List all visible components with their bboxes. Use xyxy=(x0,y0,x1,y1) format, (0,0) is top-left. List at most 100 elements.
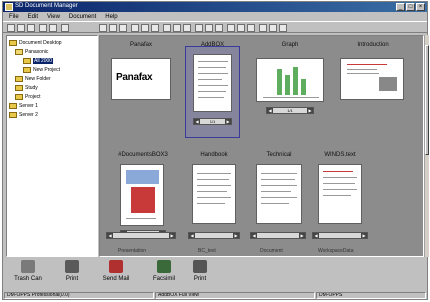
tree-item-panasonic[interactable]: Panasonic xyxy=(15,48,48,56)
menu-edit[interactable]: Edit xyxy=(28,14,38,20)
document-addbox[interactable]: AddBOX ◀ 1/1 ▶ xyxy=(185,42,240,142)
page-navigator[interactable]: ◀ 1/1 ▶ xyxy=(266,107,314,114)
next-page-icon[interactable]: ▶ xyxy=(169,233,175,238)
document-title: Presentation xyxy=(118,248,147,254)
tree-item-server-1[interactable]: Server 1 xyxy=(9,102,38,110)
menu-document[interactable]: Document xyxy=(69,14,96,20)
folder-icon xyxy=(23,58,31,64)
cut-icon[interactable] xyxy=(99,24,107,32)
facsimil-button[interactable]: Facsimil xyxy=(147,260,181,282)
page-navigator[interactable]: ◀ ▶ xyxy=(312,232,368,239)
sort-icon[interactable] xyxy=(173,24,181,32)
action-label: Send Mail xyxy=(102,276,130,282)
action-label: Trash Can xyxy=(14,276,42,282)
document-technical[interactable]: Technical xyxy=(250,152,308,242)
send-mail-button[interactable]: Send Mail xyxy=(99,260,133,282)
document-thumbnail[interactable] xyxy=(192,164,236,224)
merge-icon[interactable] xyxy=(131,24,139,32)
action-label: Print xyxy=(65,276,79,282)
properties-icon[interactable] xyxy=(279,24,287,32)
document-thumbnail[interactable] xyxy=(256,164,302,224)
tree-item-study[interactable]: Study xyxy=(15,84,38,92)
scroll-thumb[interactable] xyxy=(425,45,429,155)
next-page-icon[interactable]: ▶ xyxy=(225,119,231,124)
check-icon[interactable] xyxy=(227,24,235,32)
tree-root[interactable]: Document Desktop xyxy=(9,39,62,47)
document-thumbnail[interactable] xyxy=(193,54,232,112)
view-icon[interactable] xyxy=(39,24,47,32)
print-tool-button[interactable]: Print xyxy=(183,260,217,282)
next-page-icon[interactable]: ▶ xyxy=(233,233,239,238)
stamp-icon[interactable] xyxy=(259,24,267,32)
document-title: Graph xyxy=(281,42,299,48)
paste-icon[interactable] xyxy=(61,24,69,32)
prev-page-icon[interactable]: ◀ xyxy=(189,233,195,238)
menu-file[interactable]: File xyxy=(9,14,19,20)
page-icon[interactable] xyxy=(109,24,117,32)
save-icon[interactable] xyxy=(27,24,35,32)
tree-item-all-2000[interactable]: All 2000 xyxy=(23,57,54,65)
menu-help[interactable]: Help xyxy=(105,14,117,20)
document-introduction[interactable]: Introduction xyxy=(335,42,411,132)
maximize-button[interactable]: □ xyxy=(406,3,415,11)
tree-item-new-project[interactable]: New Project xyxy=(23,66,60,74)
print-button[interactable]: Print xyxy=(55,260,89,282)
ocr-icon[interactable] xyxy=(269,24,277,32)
tree-item-project[interactable]: Project xyxy=(15,93,41,101)
document-thumbnail[interactable] xyxy=(340,58,404,100)
thumbnail-icon[interactable] xyxy=(151,24,159,32)
next-page-icon[interactable]: ▶ xyxy=(299,233,305,238)
vertical-scrollbar[interactable] xyxy=(424,35,429,257)
prev-page-icon[interactable]: ◀ xyxy=(313,233,319,238)
document-thumbnail[interactable] xyxy=(318,164,362,224)
document-documentsbox3[interactable]: #DocumentsBOX3 ◀ 1/1 ▶ xyxy=(106,152,180,242)
fax-icon xyxy=(157,260,171,273)
trash-can-button[interactable]: Trash Can xyxy=(11,260,45,282)
folder-icon xyxy=(15,94,23,100)
folder-tree: Document Desktop Panasonic All 2000 New … xyxy=(6,35,98,257)
document-panafax[interactable]: Panafax Panafax xyxy=(106,42,176,132)
page-navigator[interactable]: ◀ 1/1 ▶ xyxy=(193,118,232,125)
document-thumbnail[interactable] xyxy=(256,58,324,102)
rotate-icon[interactable] xyxy=(183,24,191,32)
next-page-icon[interactable]: ▶ xyxy=(307,108,313,113)
annotate-icon[interactable] xyxy=(237,24,245,32)
menu-view[interactable]: View xyxy=(47,14,60,20)
folder-icon xyxy=(15,76,23,82)
tree-item-new-folder[interactable]: New Folder xyxy=(15,75,51,83)
print-tool-icon xyxy=(193,260,207,273)
document-title: #DocumentsBOX3 xyxy=(118,152,168,158)
tree-item-server-2[interactable]: Server 2 xyxy=(9,111,38,119)
desktop-icon xyxy=(9,40,17,46)
next-page-icon[interactable]: ▶ xyxy=(361,233,367,238)
minimize-button[interactable]: _ xyxy=(396,3,405,11)
printer-icon xyxy=(65,260,79,273)
pages-icon[interactable] xyxy=(119,24,127,32)
pen-icon[interactable] xyxy=(247,24,255,32)
document-title: BC_text xyxy=(198,248,216,254)
document-title: Handbook xyxy=(200,152,228,158)
open-icon[interactable] xyxy=(17,24,25,32)
mark-icon[interactable] xyxy=(215,24,223,32)
document-handbook[interactable]: Handbook xyxy=(188,152,240,242)
trash-can-icon xyxy=(21,260,35,273)
document-thumbnail[interactable] xyxy=(120,164,164,226)
document-title: AddBOX xyxy=(200,42,225,48)
action-label: Facsimil xyxy=(153,276,175,282)
delete-icon[interactable] xyxy=(163,24,171,32)
page-navigator[interactable]: ◀ ▶ xyxy=(188,232,240,239)
prev-page-icon[interactable]: ◀ xyxy=(107,233,113,238)
page-navigator[interactable]: ◀ ▶ xyxy=(106,232,176,239)
prev-page-icon[interactable]: ◀ xyxy=(251,233,257,238)
select-icon[interactable] xyxy=(205,24,213,32)
document-viewer: Panafax Panafax AddBOX ◀ 1/1 ▶ Graph ◀ 1… xyxy=(99,35,424,257)
new-icon[interactable] xyxy=(7,24,15,32)
split-icon[interactable] xyxy=(141,24,149,32)
close-button[interactable]: × xyxy=(416,3,425,11)
zoom-icon[interactable] xyxy=(195,24,203,32)
document-thumbnail[interactable]: Panafax xyxy=(111,58,171,100)
document-winds-text[interactable]: WINDS.text xyxy=(312,152,368,242)
copy-icon[interactable] xyxy=(49,24,57,32)
page-navigator[interactable]: ◀ ▶ xyxy=(250,232,306,239)
document-graph[interactable]: Graph ◀ 1/1 ▶ xyxy=(250,42,330,132)
